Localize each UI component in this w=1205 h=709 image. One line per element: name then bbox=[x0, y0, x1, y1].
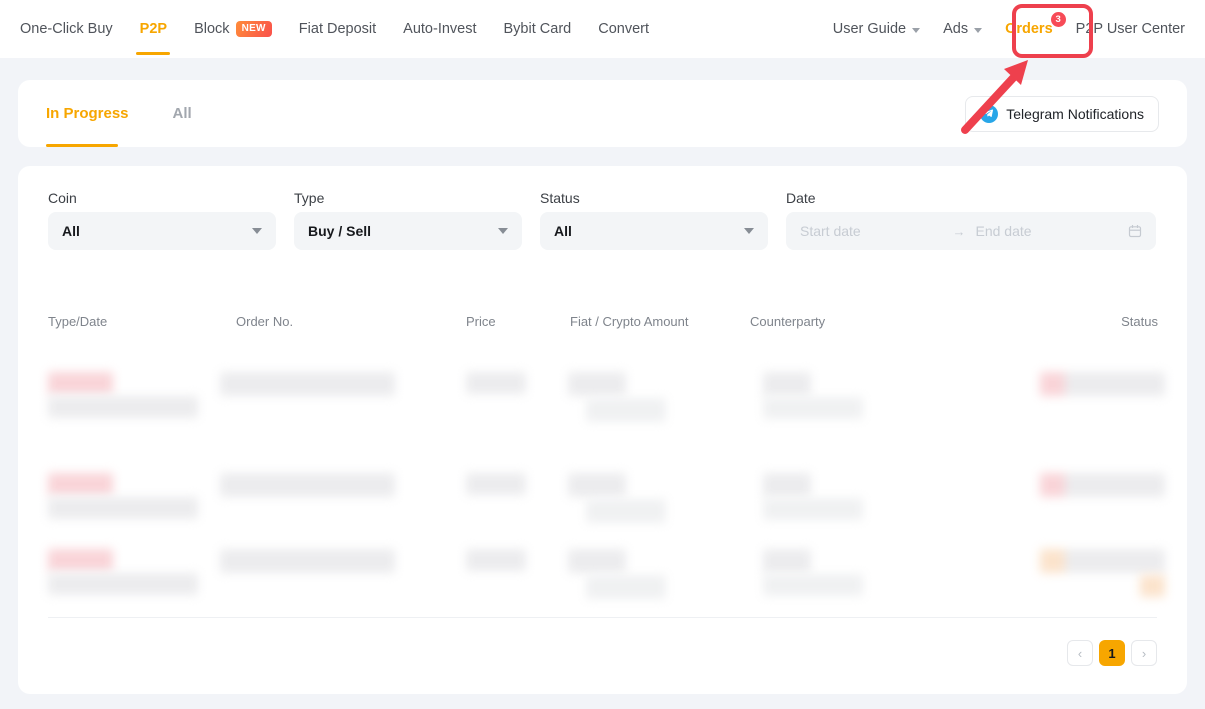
status-dropdown-value: All bbox=[554, 223, 744, 239]
chevron-down-icon bbox=[974, 28, 982, 33]
filter-type: Type Buy / Sell bbox=[294, 190, 522, 206]
pagination-prev-button[interactable]: ‹ bbox=[1067, 640, 1093, 666]
nav-auto-invest[interactable]: Auto-Invest bbox=[403, 0, 476, 58]
table-row[interactable] bbox=[18, 370, 1187, 424]
tab-all[interactable]: All bbox=[173, 80, 192, 147]
calendar-icon bbox=[1128, 224, 1142, 238]
redacted-order-no bbox=[220, 372, 395, 396]
orders-panel: Coin All Type Buy / Sell Status All Date bbox=[18, 166, 1187, 694]
top-navigation: One-Click Buy P2P Block NEW Fiat Deposit… bbox=[0, 0, 1205, 58]
redacted-order-date bbox=[48, 497, 198, 519]
pagination-page-1[interactable]: 1 bbox=[1099, 640, 1125, 666]
new-badge: NEW bbox=[236, 21, 272, 37]
chevron-down-icon bbox=[912, 28, 920, 33]
table-row[interactable] bbox=[18, 471, 1187, 525]
nav-one-click-buy[interactable]: One-Click Buy bbox=[20, 0, 113, 58]
redacted-counterparty bbox=[763, 372, 811, 396]
orders-table-header: Type/Date Order No. Price Fiat / Crypto … bbox=[18, 314, 1187, 330]
nav-user-guide-label: User Guide bbox=[833, 21, 906, 37]
col-price: Price bbox=[466, 314, 496, 329]
nav-ads[interactable]: Ads bbox=[943, 0, 982, 58]
nav-convert[interactable]: Convert bbox=[598, 0, 649, 58]
active-tab-underline bbox=[46, 144, 118, 147]
redacted-price bbox=[466, 473, 526, 495]
redacted-counterparty-name bbox=[763, 498, 863, 520]
active-nav-underline bbox=[136, 52, 170, 55]
redacted-order-type bbox=[48, 549, 113, 571]
redacted-price bbox=[466, 372, 526, 394]
nav-block-label: Block bbox=[194, 21, 229, 37]
telegram-button-label: Telegram Notifications bbox=[1006, 106, 1144, 122]
nav-fiat-deposit[interactable]: Fiat Deposit bbox=[299, 0, 376, 58]
tab-in-progress-label: In Progress bbox=[46, 105, 129, 122]
nav-ads-label: Ads bbox=[943, 21, 968, 37]
redacted-crypto-amount bbox=[586, 499, 666, 523]
redacted-order-type bbox=[48, 473, 113, 495]
date-range-arrow: → bbox=[953, 224, 966, 239]
type-filter-label: Type bbox=[294, 190, 522, 206]
coin-dropdown[interactable]: All bbox=[48, 212, 276, 250]
redacted-order-date bbox=[48, 396, 198, 418]
redacted-order-no bbox=[220, 549, 395, 573]
redacted-status-extra bbox=[1140, 575, 1165, 597]
start-date-input[interactable]: Start date bbox=[800, 223, 953, 239]
type-dropdown[interactable]: Buy / Sell bbox=[294, 212, 522, 250]
redacted-order-type bbox=[48, 372, 113, 394]
nav-p2p-label: P2P bbox=[140, 21, 167, 37]
nav-p2p-user-center[interactable]: P2P User Center bbox=[1076, 0, 1185, 58]
redacted-fiat-amount bbox=[568, 473, 626, 497]
filter-coin: Coin All bbox=[48, 190, 276, 206]
redacted-status bbox=[1040, 372, 1165, 396]
pagination-next-button[interactable]: › bbox=[1131, 640, 1157, 666]
redacted-counterparty bbox=[763, 473, 811, 497]
orders-count-badge: 3 bbox=[1051, 12, 1066, 27]
redacted-fiat-amount bbox=[568, 549, 626, 573]
redacted-counterparty-name bbox=[763, 397, 863, 419]
redacted-status bbox=[1040, 549, 1165, 573]
redacted-fiat-amount bbox=[568, 372, 626, 396]
col-counterparty: Counterparty bbox=[750, 314, 825, 329]
p2p-orders-page: One-Click Buy P2P Block NEW Fiat Deposit… bbox=[0, 0, 1205, 709]
redacted-counterparty-name bbox=[763, 574, 863, 596]
nav-p2p[interactable]: P2P bbox=[140, 0, 167, 58]
status-dropdown[interactable]: All bbox=[540, 212, 768, 250]
chevron-down-icon bbox=[498, 228, 508, 234]
nav-bybit-card[interactable]: Bybit Card bbox=[504, 0, 572, 58]
nav-block[interactable]: Block NEW bbox=[194, 0, 272, 58]
date-range-input[interactable]: Start date → End date bbox=[786, 212, 1156, 250]
tab-in-progress[interactable]: In Progress bbox=[46, 80, 129, 147]
chevron-down-icon bbox=[252, 228, 262, 234]
nav-orders[interactable]: Orders 3 bbox=[1005, 0, 1053, 58]
filter-status: Status All bbox=[540, 190, 768, 206]
nav-orders-label: Orders bbox=[1005, 21, 1053, 37]
status-filter-label: Status bbox=[540, 190, 768, 206]
coin-dropdown-value: All bbox=[62, 223, 252, 239]
chevron-down-icon bbox=[744, 228, 754, 234]
secondary-nav: User Guide Ads Orders 3 P2P User Center bbox=[833, 0, 1185, 58]
col-status: Status bbox=[1121, 314, 1158, 329]
redacted-crypto-amount bbox=[586, 575, 666, 599]
redacted-price bbox=[466, 549, 526, 571]
filter-date: Date Start date → End date bbox=[786, 190, 1156, 206]
nav-user-guide[interactable]: User Guide bbox=[833, 0, 920, 58]
primary-nav: One-Click Buy P2P Block NEW Fiat Deposit… bbox=[20, 0, 649, 58]
date-filter-label: Date bbox=[786, 190, 1156, 206]
redacted-order-date bbox=[48, 573, 198, 595]
redacted-counterparty bbox=[763, 549, 811, 573]
type-dropdown-value: Buy / Sell bbox=[308, 223, 498, 239]
col-fiat-crypto-amount: Fiat / Crypto Amount bbox=[570, 314, 689, 329]
coin-filter-label: Coin bbox=[48, 190, 276, 206]
telegram-icon bbox=[980, 105, 998, 123]
redacted-crypto-amount bbox=[586, 398, 666, 422]
pagination: ‹ 1 › bbox=[1067, 640, 1157, 666]
redacted-order-no bbox=[220, 473, 395, 497]
col-order-no: Order No. bbox=[236, 314, 293, 329]
telegram-notifications-button[interactable]: Telegram Notifications bbox=[965, 96, 1159, 132]
table-row[interactable] bbox=[18, 547, 1187, 601]
col-type-date: Type/Date bbox=[48, 314, 107, 329]
redacted-status bbox=[1040, 473, 1165, 497]
end-date-input[interactable]: End date bbox=[976, 223, 1129, 239]
table-footer-divider bbox=[48, 617, 1157, 618]
orders-tab-card: In Progress All Telegram Notifications bbox=[18, 80, 1187, 147]
